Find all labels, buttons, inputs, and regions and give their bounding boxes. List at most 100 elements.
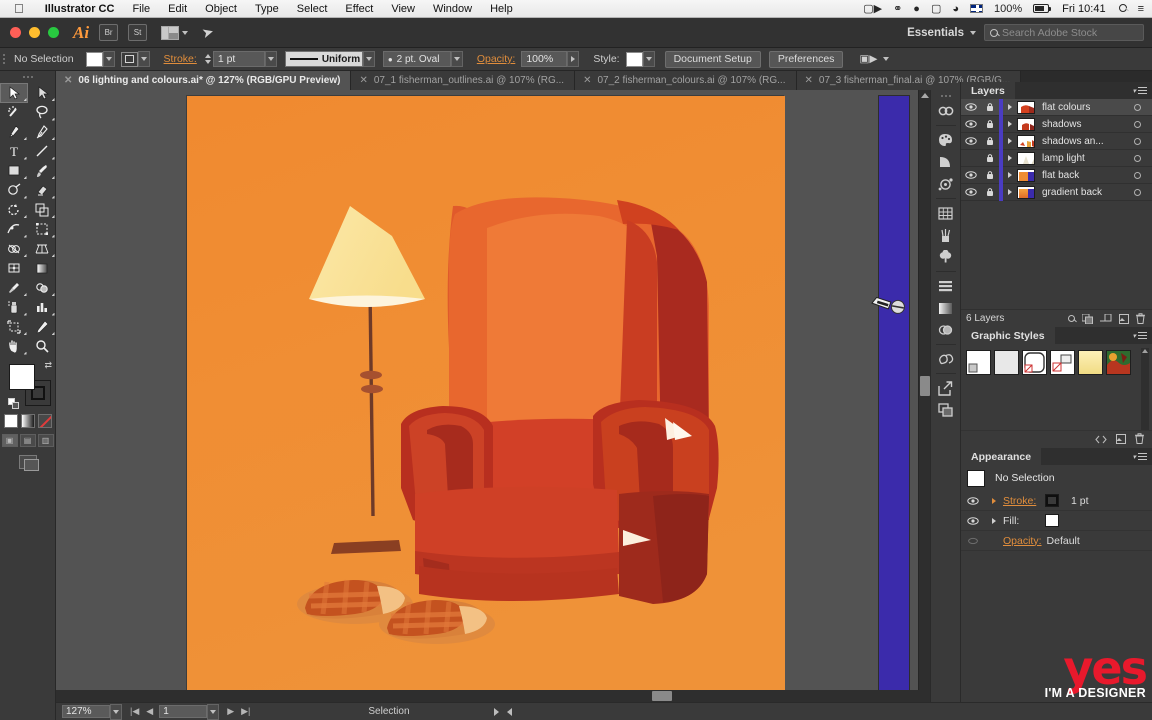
close-icon[interactable]: ✕: [583, 75, 591, 86]
layer-expand-toggle[interactable]: [1003, 171, 1017, 179]
document-tab-0[interactable]: ✕ 06 lighting and colours.ai* @ 127% (RG…: [56, 71, 352, 90]
close-window-button[interactable]: [10, 27, 21, 38]
layer-name[interactable]: shadows an...: [1035, 136, 1122, 147]
horizontal-scroll-thumb[interactable]: [652, 691, 672, 701]
scale-tool[interactable]: [28, 200, 56, 220]
tab-layers[interactable]: Layers: [961, 82, 1015, 99]
minimize-window-button[interactable]: [29, 27, 40, 38]
opacity-label[interactable]: Opacity:: [471, 53, 522, 65]
layer-visibility-toggle[interactable]: [961, 171, 981, 179]
free-transform-tool[interactable]: [28, 220, 56, 240]
layer-target-indicator[interactable]: [1122, 120, 1152, 128]
scroll-up-arrow-icon[interactable]: [921, 93, 929, 98]
stroke-profile-select[interactable]: Uniform: [284, 51, 363, 67]
canvas-vertical-scrollbar[interactable]: [918, 90, 930, 702]
delete-selection-icon[interactable]: [1136, 313, 1145, 324]
rail-grip[interactable]: [940, 92, 951, 100]
solid-color-mode-button[interactable]: [3, 414, 18, 428]
fill-dropdown-button[interactable]: [102, 51, 115, 67]
graphic-style-split[interactable]: [1050, 350, 1075, 375]
blend-tool[interactable]: [28, 278, 56, 298]
close-icon[interactable]: ✕: [359, 75, 367, 86]
layer-target-indicator[interactable]: [1122, 171, 1152, 179]
previous-artboard-icon[interactable]: ◀: [146, 706, 153, 717]
document-tab-1[interactable]: ✕ 07_1 fisherman_outlines.ai @ 107% (RG.…: [351, 71, 576, 90]
column-graph-tool[interactable]: [28, 298, 56, 318]
close-icon[interactable]: ✕: [805, 75, 813, 86]
artboard-number-input[interactable]: 1: [159, 705, 208, 718]
layer-name[interactable]: shadows: [1035, 119, 1122, 130]
color-icon[interactable]: [931, 129, 961, 151]
layer-target-indicator[interactable]: [1122, 188, 1152, 196]
notification-center-icon[interactable]: ≡: [1134, 0, 1148, 18]
zoom-tool[interactable]: [28, 337, 56, 357]
align-icon[interactable]: [931, 275, 961, 297]
curvature-tool[interactable]: [28, 122, 56, 142]
layer-lock-toggle[interactable]: [981, 153, 999, 163]
direct-selection-tool[interactable]: [28, 83, 56, 103]
symbol-sprayer-tool[interactable]: [0, 298, 28, 318]
shaper-tool[interactable]: [0, 181, 28, 201]
layer-lock-toggle[interactable]: [981, 170, 999, 180]
layer-row-flat-back[interactable]: flat back: [961, 166, 1152, 184]
status-flyout-icon[interactable]: [493, 707, 499, 716]
preferences-button[interactable]: Preferences: [768, 50, 844, 68]
appearance-row-fill[interactable]: Fill:: [961, 511, 1152, 531]
hand-tool[interactable]: [0, 337, 28, 357]
fill-color-swatch[interactable]: [85, 51, 103, 67]
spotlight-search-icon[interactable]: [1115, 0, 1131, 18]
side-artwork-strip[interactable]: [878, 95, 910, 695]
adobe-stock-search-input[interactable]: Search Adobe Stock: [984, 24, 1144, 41]
screen-record-icon[interactable]: ▢▶: [859, 0, 886, 18]
appearance-stroke-label[interactable]: Stroke:: [1003, 495, 1045, 507]
appearance-stroke-swatch[interactable]: [1045, 494, 1059, 507]
transparency-icon[interactable]: [931, 319, 961, 341]
eraser-tool[interactable]: [28, 181, 56, 201]
layer-expand-toggle[interactable]: [1003, 188, 1017, 196]
appearance-row-stroke[interactable]: Stroke: 1 pt: [961, 491, 1152, 511]
menu-file[interactable]: File: [123, 0, 159, 18]
menu-type[interactable]: Type: [246, 0, 288, 18]
zoom-level-input[interactable]: 127%: [62, 705, 110, 718]
chevron-down-icon[interactable]: [883, 57, 890, 61]
menu-select[interactable]: Select: [288, 0, 337, 18]
draw-normal-button[interactable]: ▣: [1, 434, 18, 447]
paintbrush-tool[interactable]: [28, 161, 56, 181]
go-to-bridge-button[interactable]: Br: [99, 24, 119, 41]
artboards-icon[interactable]: [931, 202, 961, 224]
change-screen-mode-button[interactable]: [0, 455, 55, 471]
appearance-panel-menu-icon[interactable]: ▾: [1132, 453, 1147, 461]
tools-panel-grip[interactable]: [0, 71, 55, 83]
delete-graphic-style-icon[interactable]: [1135, 431, 1144, 449]
wifi-icon[interactable]: ◕: [948, 0, 963, 18]
workspace-switcher[interactable]: Essentials: [907, 27, 976, 39]
selection-tool[interactable]: [0, 83, 28, 103]
adobe-stock-button[interactable]: St: [128, 24, 148, 41]
graphic-style-default[interactable]: [966, 350, 991, 375]
appearance-fill-swatch[interactable]: [1045, 514, 1059, 527]
arrange-documents-button[interactable]: [161, 25, 189, 40]
link-icon[interactable]: [931, 100, 961, 122]
graphic-style-rounded-no-fill[interactable]: [1022, 350, 1047, 375]
document-setup-button[interactable]: Document Setup: [664, 50, 761, 68]
appearance-opacity-label[interactable]: Opacity:: [1003, 535, 1042, 547]
opacity-input[interactable]: 100%: [521, 51, 568, 67]
menu-object[interactable]: Object: [196, 0, 246, 18]
layer-row-lamp-light[interactable]: lamp light: [961, 149, 1152, 167]
stroke-weight-input[interactable]: 1 pt: [212, 51, 265, 67]
document-tab-2[interactable]: ✕ 07_2 fisherman_colours.ai @ 107% (RG..…: [575, 71, 797, 90]
brush-definition-select[interactable]: ● 2 pt. Oval: [382, 51, 451, 67]
graphic-style-dropdown[interactable]: [642, 51, 655, 67]
gradient-icon[interactable]: [931, 297, 961, 319]
layer-name[interactable]: flat back: [1035, 170, 1122, 181]
appearance-visibility-toggle[interactable]: [961, 496, 985, 505]
clock-label[interactable]: Fri 10:41: [1056, 3, 1111, 15]
layer-target-indicator[interactable]: [1122, 103, 1152, 111]
eyedropper-tool[interactable]: [0, 278, 28, 298]
airplay-icon[interactable]: ▢: [927, 0, 945, 18]
mesh-tool[interactable]: [0, 259, 28, 279]
stroke-dropdown-button[interactable]: [137, 51, 150, 67]
layer-name[interactable]: gradient back: [1035, 187, 1122, 198]
appearance-expand-toggle[interactable]: [985, 497, 1003, 505]
maximize-window-button[interactable]: [48, 27, 59, 38]
